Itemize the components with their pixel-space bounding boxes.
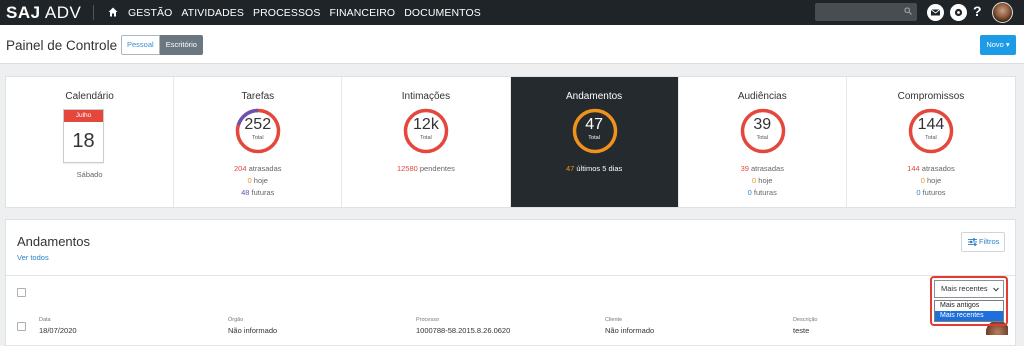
user-avatar[interactable] xyxy=(992,2,1013,23)
logo-divider xyxy=(93,5,94,20)
audiencias-late: 39 atrasadas xyxy=(740,164,784,173)
calendar-month: Julho xyxy=(64,110,103,122)
card-title: Compromissos xyxy=(897,91,965,102)
andamentos-recent: 47 últimos 5 dias xyxy=(565,164,623,173)
row-descricao-value: teste xyxy=(793,326,810,335)
total-label: Total xyxy=(756,135,769,141)
mail-icon xyxy=(930,9,941,16)
saj-adv-logo[interactable]: SAJ ADV xyxy=(6,3,81,23)
total-label: Total xyxy=(420,135,432,141)
home-icon[interactable] xyxy=(108,7,118,17)
help-icon[interactable]: ? xyxy=(973,3,982,19)
panel-title: Andamentos xyxy=(17,234,90,249)
row-orgao-value: Não informado xyxy=(228,326,278,335)
page-title: Painel de Controle xyxy=(6,38,118,53)
card-title: Intimações xyxy=(401,91,451,102)
divider xyxy=(6,275,1015,276)
compromissos-today: 0 hoje xyxy=(920,176,942,185)
search-input[interactable] xyxy=(815,3,917,21)
row-cliente-value: Não informado xyxy=(605,326,655,335)
search-icon xyxy=(904,7,912,15)
col-processo: Processo 1000788-58.2015.8.26.0620 xyxy=(416,317,511,335)
tarefas-today: 0 hoje xyxy=(247,176,268,185)
sort-select[interactable]: Mais recentes xyxy=(934,280,1004,298)
col-descricao: Descrição teste xyxy=(793,317,818,335)
card-andamentos[interactable]: Andamentos 47 Total 47 últimos 5 dias xyxy=(510,77,679,207)
col-cliente: Cliente Não informado xyxy=(605,317,655,335)
intimacoes-pending: 12580 pendentes xyxy=(396,164,455,173)
card-title: Andamentos xyxy=(566,91,623,102)
card-intimacoes[interactable]: Intimações 12k Total 12580 pendentes xyxy=(342,77,511,207)
nav-atividades[interactable]: ATIVIDADES xyxy=(181,7,244,19)
row-processo-value[interactable]: 1000788-58.2015.8.26.0620 xyxy=(416,326,510,335)
total-label: Total xyxy=(925,135,937,141)
settings-button[interactable] xyxy=(950,4,967,21)
nav-documentos[interactable]: DOCUMENTOS xyxy=(404,7,481,19)
nav-processos[interactable]: PROCESSOS xyxy=(253,7,320,19)
row-checkbox[interactable] xyxy=(17,322,26,331)
audiencias-total: 39 xyxy=(753,116,772,133)
select-all-checkbox[interactable] xyxy=(17,288,26,297)
gear-icon xyxy=(954,8,963,17)
compromissos-total: 144 xyxy=(917,116,945,133)
sort-option-oldest[interactable]: Mais antigos xyxy=(935,301,1003,311)
main-nav: GESTÃO ATIVIDADES PROCESSOS FINANCEIRO D… xyxy=(128,7,490,19)
chevron-down-icon xyxy=(993,287,999,292)
col-data: Data 18/07/2020 xyxy=(39,317,77,335)
toggle-escritorio[interactable]: Escritório xyxy=(159,35,203,55)
row-data-value: 18/07/2020 xyxy=(39,326,77,335)
filters-button[interactable]: Filtros xyxy=(961,232,1005,252)
calendar-weekday: Sábado xyxy=(76,170,103,179)
total-label: Total xyxy=(251,135,264,141)
audiencias-today: 0 hoje xyxy=(752,176,773,185)
audiencias-future: 0 futuras xyxy=(747,188,777,197)
filters-label: Filtros xyxy=(979,237,1000,246)
card-title: Tarefas xyxy=(241,91,275,102)
see-all-link[interactable]: Ver todos xyxy=(17,253,49,262)
card-title: Audiências xyxy=(737,91,787,102)
calendar-day: 18 xyxy=(72,130,95,152)
card-title: Calendário xyxy=(65,91,114,102)
messages-button[interactable] xyxy=(927,4,944,21)
sort-options-list: Mais antigos Mais recentes xyxy=(934,300,1004,322)
total-label: Total xyxy=(588,135,600,141)
new-button[interactable]: Novo ▾ xyxy=(980,35,1016,55)
andamentos-total: 47 xyxy=(585,116,603,133)
intimacoes-total: 12k xyxy=(413,116,439,133)
tarefas-total: 252 xyxy=(244,116,272,133)
calendar-icon: Julho 18 xyxy=(63,109,104,163)
andamentos-panel: Andamentos Ver todos Filtros Data 18/07/… xyxy=(5,219,1016,346)
tarefas-late: 204 atrasadas xyxy=(233,164,282,173)
tarefas-future: 48 futuras xyxy=(241,188,275,197)
sliders-icon xyxy=(968,238,977,246)
card-audiencias[interactable]: Audiências 39 Total 39 atrasadas 0 hoje … xyxy=(679,77,847,207)
compromissos-future: 0 futuros xyxy=(916,188,946,197)
sort-option-newest[interactable]: Mais recentes xyxy=(935,311,1003,321)
sort-selected-value: Mais recentes xyxy=(941,284,988,293)
col-orgao: Órgão Não informado xyxy=(228,317,278,335)
top-navbar: SAJ ADV GESTÃO ATIVIDADES PROCESSOS FINA… xyxy=(0,0,1024,25)
card-calendar[interactable]: Calendário Julho 18 Sábado xyxy=(6,77,175,207)
scope-toggle: Pessoal Escritório xyxy=(121,35,203,55)
stats-cards: Calendário Julho 18 Sábado Tarefas 252 T… xyxy=(5,76,1016,208)
page-header: Painel de Controle Pessoal Escritório No… xyxy=(0,25,1024,64)
compromissos-late: 144 atrasados xyxy=(907,164,955,173)
toggle-pessoal[interactable]: Pessoal xyxy=(121,35,160,55)
nav-financeiro[interactable]: FINANCEIRO xyxy=(329,7,395,19)
nav-gestao[interactable]: GESTÃO xyxy=(128,7,172,19)
card-compromissos[interactable]: Compromissos 144 Total 144 atrasados 0 h… xyxy=(847,77,1015,207)
card-tarefas[interactable]: Tarefas 252 Total 204 atrasadas 0 hoje 4… xyxy=(174,77,343,207)
